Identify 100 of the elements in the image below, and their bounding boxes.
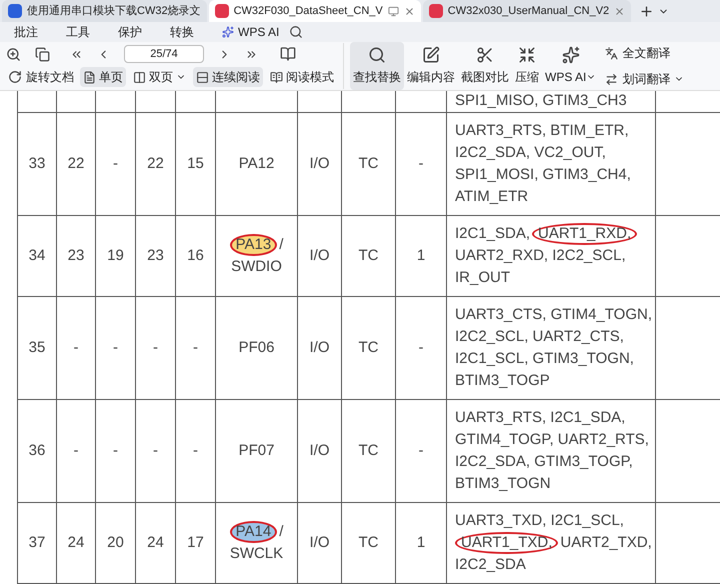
scissors-icon xyxy=(476,46,494,64)
table-text: I2C2_SDA, VC2_OUT, xyxy=(455,142,606,163)
table-cell xyxy=(298,91,342,113)
table-text: BTIM3_TOGN xyxy=(455,474,551,494)
table-cell: 34 xyxy=(18,216,57,297)
table-cell: I/O xyxy=(298,400,342,503)
close-icon[interactable] xyxy=(404,6,415,16)
table-text: I2C1_SCL, GTIM3_TOGN, xyxy=(455,348,634,369)
table-text: ATIM_ETR xyxy=(455,186,528,207)
translate-button[interactable]: 全文翻译 xyxy=(605,44,684,62)
toolbar-button[interactable]: 查找替换 xyxy=(350,42,404,90)
search-icon[interactable] xyxy=(289,25,304,39)
rotate-document-button[interactable]: 旋转文档 xyxy=(26,68,74,86)
view-mode-button[interactable]: 阅读模式 xyxy=(267,67,337,87)
table-cell: - xyxy=(396,297,447,400)
view-mode-button[interactable]: 连续阅读 xyxy=(193,67,263,87)
document-tab[interactable]: CW32F030_DataSheet_CN_V xyxy=(208,0,421,22)
table-cell: 1 xyxy=(396,503,447,584)
compress-icon xyxy=(518,46,536,64)
menu-item[interactable]: WPS AI xyxy=(238,23,280,41)
table-cell: 16 xyxy=(176,216,216,297)
search-icon xyxy=(368,46,386,64)
table-cell: TC xyxy=(342,400,396,503)
pages-icon[interactable] xyxy=(35,46,50,62)
page-icon xyxy=(83,70,96,84)
table-text: UART2_RXD, I2C2_SCL, xyxy=(455,246,626,266)
table-cell: 15 xyxy=(176,113,216,216)
close-icon[interactable] xyxy=(614,6,626,16)
translate-button[interactable]: 划词翻译 xyxy=(605,70,684,88)
menu-item[interactable]: 工具 xyxy=(66,23,90,41)
view-mode-button[interactable]: 双页 xyxy=(130,67,189,87)
rotate-icon xyxy=(8,70,22,84)
table-cell: 36 xyxy=(18,400,57,503)
table-cell: - xyxy=(396,400,447,503)
word-file-icon xyxy=(8,4,22,18)
two-column-icon xyxy=(133,70,146,84)
rows-icon xyxy=(196,70,209,84)
table-cell: 1 xyxy=(396,216,447,297)
book-icon[interactable] xyxy=(280,46,296,62)
table-text: SWCLK xyxy=(230,544,284,564)
table-cell: 24 xyxy=(57,503,96,584)
table-cell: 37 xyxy=(18,503,57,584)
table-cell: 19 xyxy=(96,216,136,297)
menu-item[interactable]: 转换 xyxy=(170,23,194,41)
table-cell: 22 xyxy=(57,113,96,216)
table-cell: 22 xyxy=(136,113,176,216)
table-text: IR_OUT xyxy=(455,268,510,288)
table-cell: I/O xyxy=(298,297,342,400)
tab-title: 使用通用串口模块下载CW32烧录文 xyxy=(27,4,201,19)
table-text: GTIM4_TOGP, UART2_RTS, xyxy=(455,430,649,450)
table-text: SWDIO xyxy=(231,256,282,277)
pdf-file-icon xyxy=(428,4,443,18)
sparkle-icon xyxy=(562,46,580,64)
table-text: PF06 xyxy=(238,338,274,358)
table-text: PF07 xyxy=(238,440,274,461)
toolbar-button[interactable]: 压缩 xyxy=(512,42,542,90)
document-tab[interactable]: 使用通用串口模块下载CW32烧录文 xyxy=(2,0,207,22)
page-number-field[interactable]: 25/74 xyxy=(124,45,204,63)
table-cell xyxy=(136,91,176,113)
table-cell: TC xyxy=(342,113,396,216)
circled-text: PA14 xyxy=(230,521,278,543)
table-cell: - xyxy=(396,113,447,216)
menu-item[interactable]: 保护 xyxy=(118,23,142,41)
toolbar-button[interactable]: 截图对比 xyxy=(458,42,512,90)
table-cell xyxy=(57,91,96,113)
new-tab-icon[interactable] xyxy=(639,4,654,19)
table-cell: - xyxy=(136,297,176,400)
table-cell: TC xyxy=(342,297,396,400)
toolbar-button[interactable]: WPS AI xyxy=(542,42,600,90)
table-cell: I/O xyxy=(298,503,342,584)
table-text: I2C2_SDA, GTIM3_TOGP, xyxy=(455,452,633,472)
circled-text: UART1_TXD, xyxy=(455,532,558,554)
table-cell: 17 xyxy=(176,503,216,584)
toolbar-button[interactable]: 编辑内容 xyxy=(404,42,458,90)
tab-title: CW32x030_UserManual_CN_V2 xyxy=(448,4,610,19)
table-text: UART2_TXD, xyxy=(560,532,652,553)
document-tab[interactable]: CW32x030_UserManual_CN_V2 xyxy=(422,0,632,22)
table-cell xyxy=(176,91,216,113)
table-text: I2C2_SCL, UART2_CTS, xyxy=(455,326,624,347)
table-cell: 33 xyxy=(18,113,57,216)
table-cell: 35 xyxy=(18,297,57,400)
table-text: SPI1_MOSI, GTIM3_CH4, xyxy=(455,164,631,185)
swap-arrows-icon xyxy=(605,72,618,86)
table-cell: 23 xyxy=(57,216,96,297)
table-cell: 24 xyxy=(136,503,176,584)
table-text: SPI1_MISO, GTIM3_CH3 xyxy=(455,91,627,112)
circled-text: PA13 xyxy=(230,234,278,256)
table-cell xyxy=(96,91,136,113)
book-icon xyxy=(270,70,283,84)
table-text: UART3_TXD, I2C1_SCL, xyxy=(455,510,624,531)
table-text: / xyxy=(279,234,284,255)
table-cell: - xyxy=(176,400,216,503)
zoom-in-icon[interactable] xyxy=(6,46,21,62)
pdf-file-icon xyxy=(214,4,229,18)
menu-item[interactable]: 批注 xyxy=(14,23,38,41)
table-cell: I/O xyxy=(298,113,342,216)
table-text: I2C2_SDA xyxy=(455,554,526,575)
sparkle-icon xyxy=(222,26,234,38)
view-mode-button[interactable]: 单页 xyxy=(80,67,126,87)
table-text: UART3_RTS, I2C1_SDA, xyxy=(455,408,626,428)
